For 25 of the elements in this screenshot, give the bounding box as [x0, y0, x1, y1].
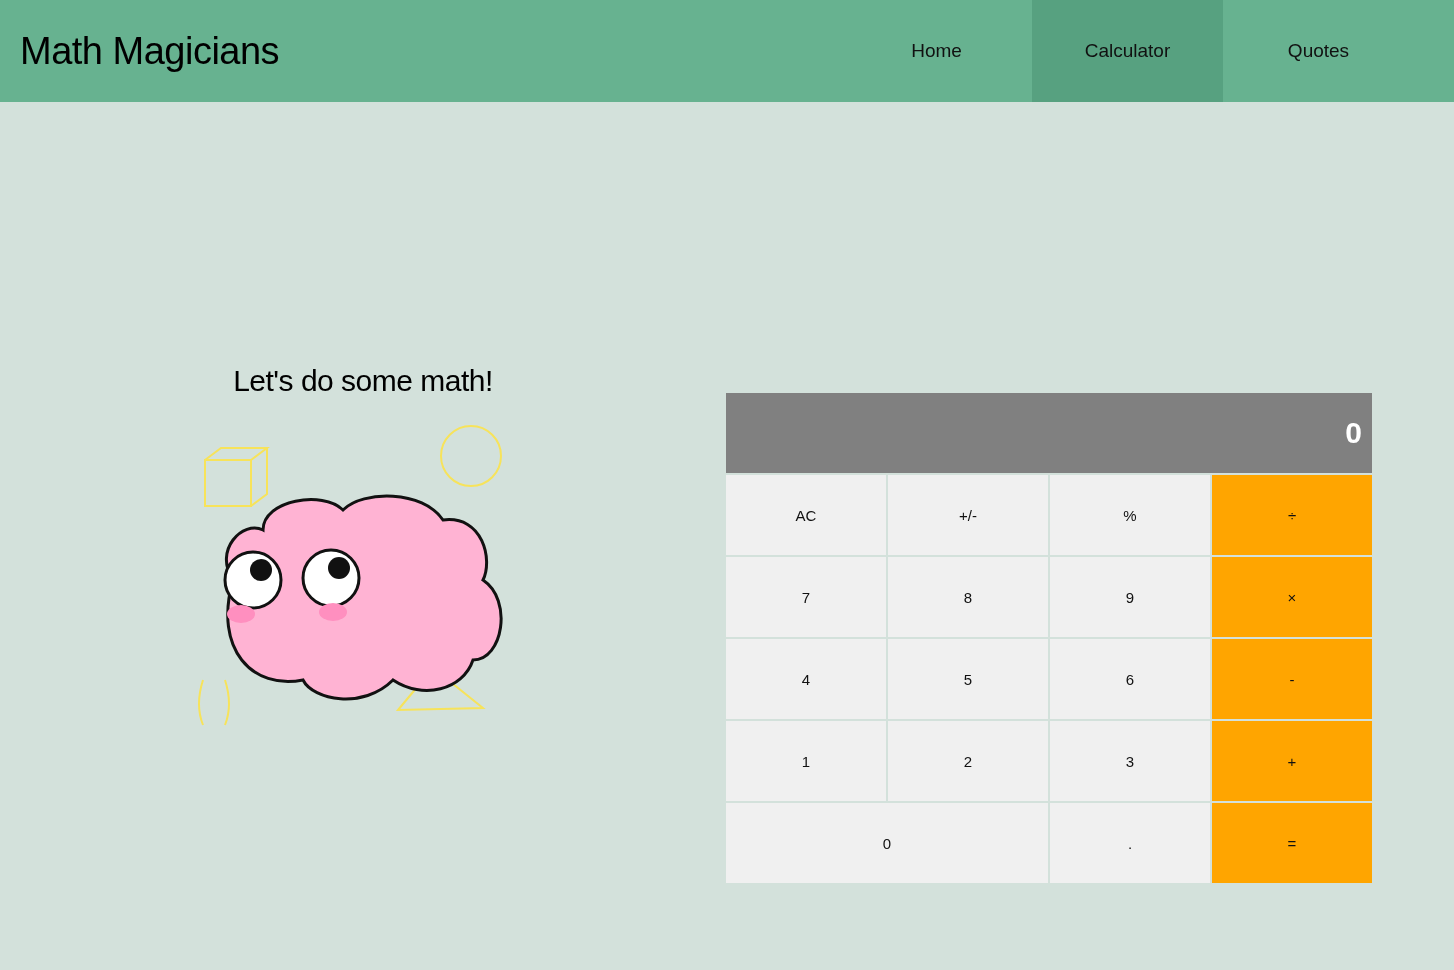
- operator-key[interactable]: -: [1212, 639, 1372, 719]
- digit-key[interactable]: 8: [888, 557, 1048, 637]
- operator-key[interactable]: +: [1212, 721, 1372, 801]
- calculator-display: 0: [726, 393, 1372, 473]
- digit-key[interactable]: 7: [726, 557, 886, 637]
- function-key[interactable]: +/-: [888, 475, 1048, 555]
- nav-link[interactable]: Home: [841, 0, 1032, 102]
- digit-key[interactable]: 9: [1050, 557, 1210, 637]
- nav-link[interactable]: Quotes: [1223, 0, 1414, 102]
- operator-key[interactable]: ÷: [1212, 475, 1372, 555]
- digit-key[interactable]: .: [1050, 803, 1210, 883]
- digit-key[interactable]: 4: [726, 639, 886, 719]
- digit-key[interactable]: 0: [726, 803, 1048, 883]
- intro-heading: Let's do some math!: [233, 364, 493, 398]
- digit-key[interactable]: 6: [1050, 639, 1210, 719]
- nav-link[interactable]: Calculator: [1032, 0, 1223, 102]
- digit-key[interactable]: 5: [888, 639, 1048, 719]
- function-key[interactable]: AC: [726, 475, 886, 555]
- operator-key[interactable]: ×: [1212, 557, 1372, 637]
- function-key[interactable]: %: [1050, 475, 1210, 555]
- operator-key[interactable]: =: [1212, 803, 1372, 883]
- digit-key[interactable]: 2: [888, 721, 1048, 801]
- digit-key[interactable]: 3: [1050, 721, 1210, 801]
- digit-key[interactable]: 1: [726, 721, 886, 801]
- site-title: Math Magicians: [20, 29, 280, 73]
